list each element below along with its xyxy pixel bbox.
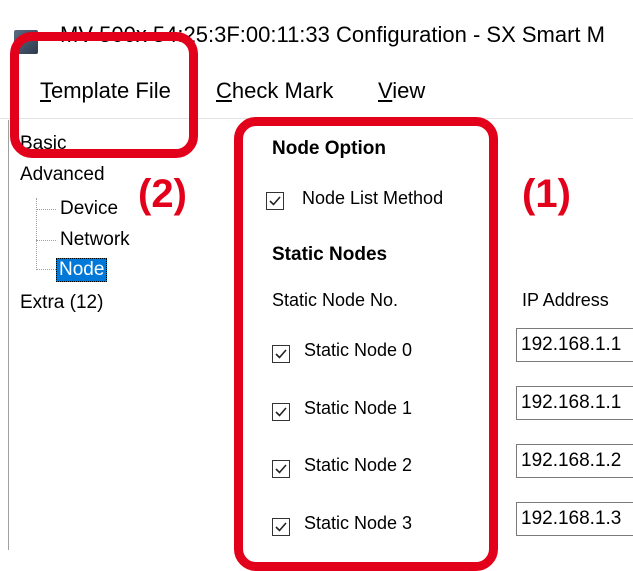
tree-item-node[interactable]: Node [56,258,108,282]
tree-border [8,120,9,550]
menu-view[interactable]: View [378,78,425,104]
tree-connector-network [36,240,56,241]
annotation-box-2 [10,32,198,158]
tree-item-device[interactable]: Device [60,198,118,220]
static-node-3-ip-input[interactable]: 192.168.1.3 [516,502,633,536]
ip-address-column-header: IP Address [522,290,609,310]
tree-connector-node [36,269,56,270]
annotation-label-2: (2) [138,172,187,216]
tree-item-network[interactable]: Network [60,229,130,251]
tree-item-advanced[interactable]: Advanced [20,164,105,186]
menu-check-mark-mnemonic: C [216,78,232,103]
menu-view-label: iew [392,78,426,103]
menu-check-mark[interactable]: Check Mark [216,78,333,104]
menu-view-mnemonic: V [378,78,393,103]
tree-connector-device [36,209,56,210]
annotation-label-1: (1) [522,172,571,216]
menu-check-mark-label: heck Mark [231,78,334,103]
tree-item-extra[interactable]: Extra (12) [20,292,103,314]
navigation-tree [0,120,240,571]
static-node-2-ip-input[interactable]: 192.168.1.2 [516,444,633,478]
static-node-0-ip-input[interactable]: 192.168.1.1 [516,328,633,362]
annotation-box-1 [234,117,498,571]
static-node-1-ip-input[interactable]: 192.168.1.1 [516,386,633,420]
